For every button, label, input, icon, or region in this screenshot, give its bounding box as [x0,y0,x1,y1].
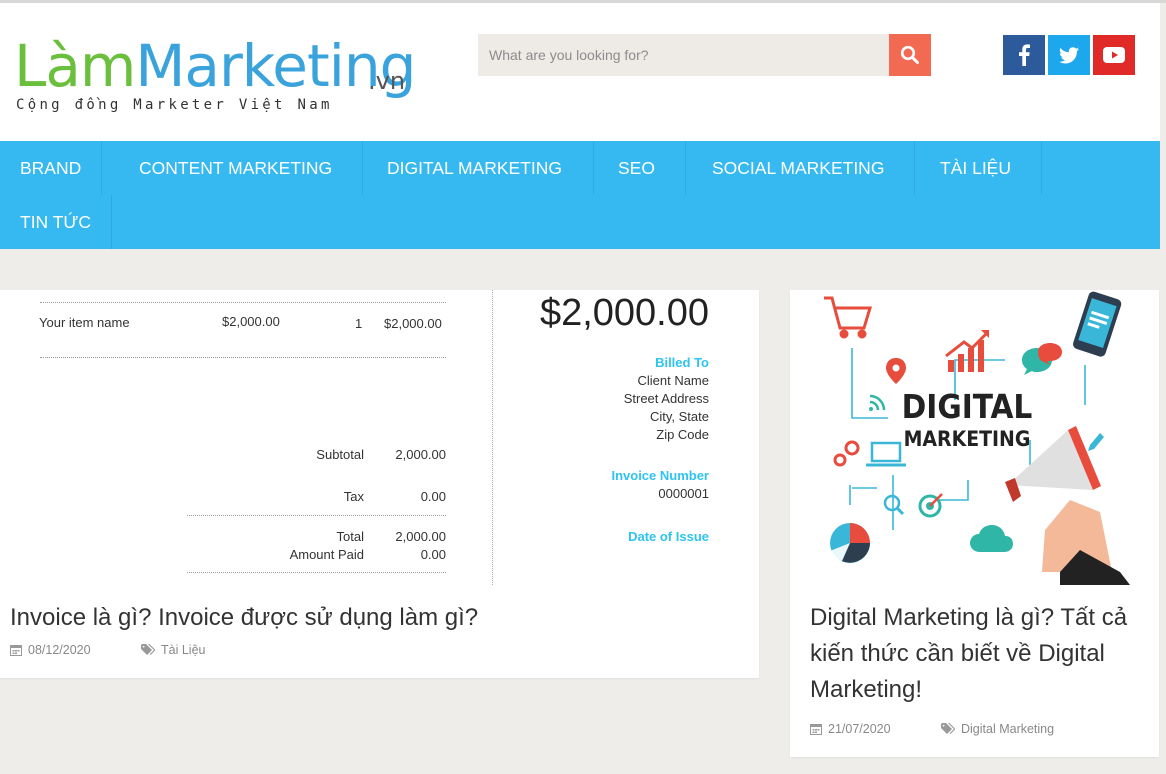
invoice-big-amount: $2,000.00 [539,292,709,334]
invoice-subtotal-value: 2,000.00 [395,447,446,462]
invoice-client-name: Client Name [637,373,709,388]
invoice-billed-to-label: Billed To [655,355,709,370]
invoice-number: 0000001 [658,486,709,501]
post-category-text[interactable]: Tài Liệu [161,643,205,657]
invoice-number-label: Invoice Number [611,468,709,483]
invoice-total-label: Total [336,529,364,544]
nav-item-seo[interactable]: SEO [588,141,686,195]
site-header: LàmMarketing .vn Cộng đồng Marketer Việt… [0,3,1160,141]
invoice-tax-value: 0.00 [420,489,446,504]
nav-item-social-marketing[interactable]: SOCIAL MARKETING [682,141,916,195]
tag-icon [941,723,955,734]
post-date-digital-marketing: 21/07/2020 [810,722,891,736]
youtube-icon [1103,47,1125,63]
logo-wordmark: LàmMarketing [14,32,416,100]
calendar-icon [10,645,22,656]
nav-item-tai-lieu[interactable]: TÀI LIỆU [910,141,1042,195]
main-nav: BRAND CONTENT MARKETING DIGITAL MARKETIN… [0,141,1160,249]
logo-vn: .vn [368,67,406,95]
tag-icon [141,644,155,655]
twitter-icon [1059,46,1079,63]
invoice-item-qty: 1 [355,316,363,331]
facebook-icon [1019,44,1030,66]
invoice-date-label: Date of Issue [628,529,709,544]
invoice-divider [492,290,493,585]
nav-item-content-marketing[interactable]: CONTENT MARKETING [109,141,364,195]
logo-lam: Làm [14,32,136,100]
dm-text-digital: DIGITAL [902,387,1033,426]
calendar-icon [810,724,822,735]
post-category-digital-marketing[interactable]: Digital Marketing [941,722,1054,736]
invoice-rule [187,572,446,573]
post-thumbnail-digital-marketing[interactable]: DIGITAL MARKETING [790,290,1159,585]
logo-tagline: Cộng đồng Marketer Việt Nam [16,97,333,113]
post-title-invoice[interactable]: Invoice là gì? Invoice được sử dụng làm … [10,600,750,636]
facebook-button[interactable] [1003,35,1045,75]
search-button[interactable] [889,34,931,76]
post-thumbnail-invoice[interactable]: Your item name $2,000.00 1 $2,000.00 Sub… [0,290,759,585]
invoice-subtotal-label: Subtotal [316,447,364,462]
invoice-paid-label: Amount Paid [289,547,364,562]
post-date-text: 21/07/2020 [828,722,891,736]
site-logo[interactable]: LàmMarketing .vn Cộng đồng Marketer Việt… [14,32,416,118]
twitter-button[interactable] [1048,35,1090,75]
invoice-rule [40,357,446,358]
post-category-invoice[interactable]: Tài Liệu [141,643,205,657]
cart-icon [824,296,873,339]
dm-text-marketing: MARKETING [904,427,1031,451]
invoice-rule [187,515,446,516]
invoice-zip: Zip Code [656,427,709,442]
invoice-total-value: 2,000.00 [395,529,446,544]
digital-marketing-illustration: DIGITAL MARKETING [824,291,1130,585]
post-category-text[interactable]: Digital Marketing [961,722,1054,736]
post-date-text: 08/12/2020 [28,643,91,657]
search-input[interactable] [478,34,889,76]
post-date-invoice: 08/12/2020 [10,643,91,657]
search-bar [478,34,931,76]
post-title-digital-marketing[interactable]: Digital Marketing là gì? Tất cả kiến thứ… [810,600,1150,708]
youtube-button[interactable] [1093,35,1135,75]
invoice-city: City, State [649,409,709,424]
invoice-item-total: $2,000.00 [384,316,442,331]
nav-item-digital-marketing[interactable]: DIGITAL MARKETING [356,141,595,195]
invoice-street: Street Address [623,391,709,406]
search-icon [900,45,919,64]
post-card-digital-marketing[interactable]: DIGITAL MARKETING Digital Marketing là g… [790,290,1159,757]
invoice-item-price: $2,000.00 [222,314,280,329]
invoice-item-name: Your item name [39,315,130,330]
invoice-paid-value: 0.00 [420,547,446,562]
invoice-tax-label: Tax [343,489,364,504]
nav-item-brand[interactable]: BRAND [0,141,103,195]
post-card-invoice[interactable]: Your item name $2,000.00 1 $2,000.00 Sub… [0,290,759,678]
nav-item-tin-tuc[interactable]: TIN TỨC [0,195,113,249]
invoice-rule [40,302,446,303]
